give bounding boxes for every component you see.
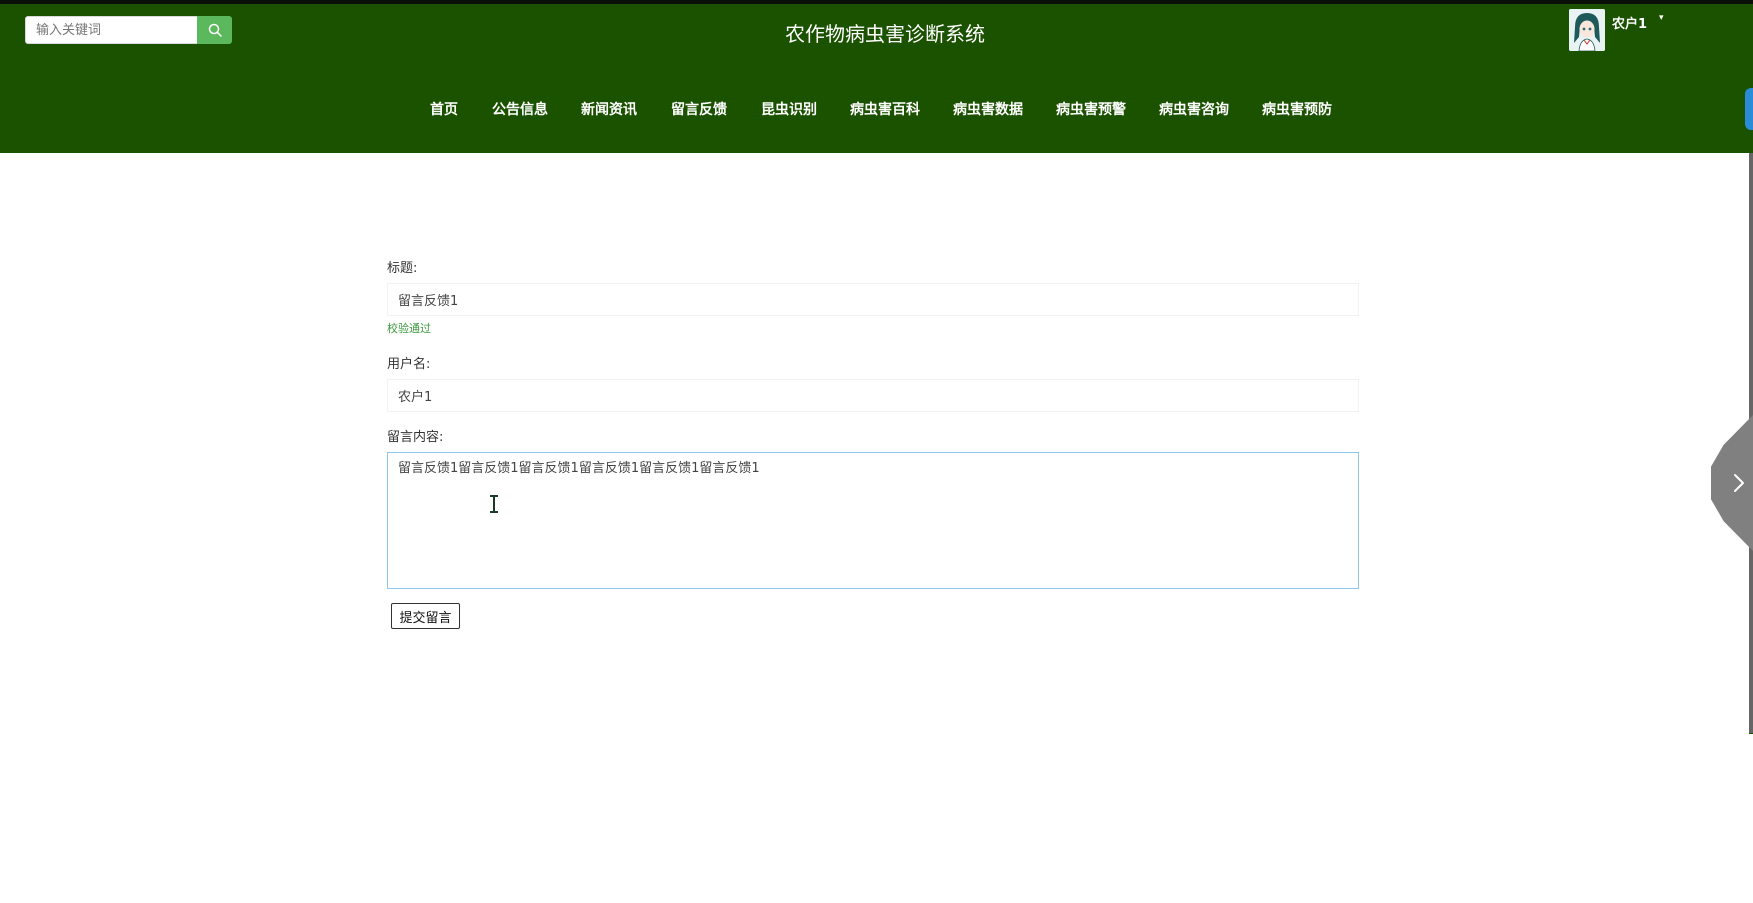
avatar-image [1569,9,1605,51]
username-input[interactable] [387,379,1359,412]
title-input[interactable] [387,283,1359,316]
nav-item-news[interactable]: 新闻资讯 [581,99,637,119]
site-header: 农作物病虫害诊断系统 农户1 ▾ 首页 公告信息 新闻资讯 留言反馈 昆虫识别 … [0,4,1749,153]
chevron-right-icon [1734,474,1744,492]
site-title: 农作物病虫害诊断系统 [785,22,985,46]
main-nav: 首页 公告信息 新闻资讯 留言反馈 昆虫识别 病虫害百科 病虫害数据 病虫害预警… [0,99,1753,123]
nav-item-pest-data[interactable]: 病虫害数据 [953,99,1023,119]
nav-item-feedback[interactable]: 留言反馈 [671,99,727,119]
nav-item-pest-encyclopedia[interactable]: 病虫害百科 [850,99,920,119]
nav-item-pest-warning[interactable]: 病虫害预警 [1056,99,1126,119]
title-label: 标题: [387,261,418,276]
title-validation-message: 校验通过 [387,322,431,335]
username-label: 用户名: [387,357,431,372]
side-panel-toggle-button[interactable] [1711,415,1753,551]
nav-item-pest-prevention[interactable]: 病虫害预防 [1262,99,1332,119]
content-textarea[interactable]: 留言反馈1留言反馈1留言反馈1留言反馈1留言反馈1留言反馈1 [387,452,1359,589]
edge-handle[interactable] [1745,88,1753,130]
nav-item-insect-identification[interactable]: 昆虫识别 [761,99,817,119]
submit-feedback-button[interactable]: 提交留言 [391,603,460,629]
user-name[interactable]: 农户1 [1612,13,1647,32]
text-cursor-icon [490,495,498,513]
nav-item-home[interactable]: 首页 [430,99,458,119]
nav-item-announcements[interactable]: 公告信息 [492,99,548,119]
nav-item-pest-consultation[interactable]: 病虫害咨询 [1159,99,1229,119]
user-menu-caret-icon[interactable]: ▾ [1659,13,1664,23]
avatar[interactable] [1569,9,1605,51]
content-label: 留言内容: [387,430,444,445]
